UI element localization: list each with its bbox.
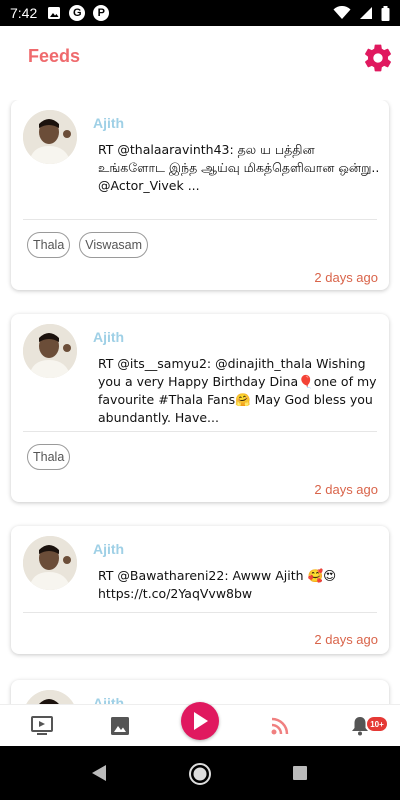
feed-text: RT @thalaaravinth43: தல ய பத்தின உங்களோட… xyxy=(98,142,380,193)
signal-icon xyxy=(360,7,372,19)
feed-text: RT @Bawathareni22: Awww Ajith 🥰😍 https:/… xyxy=(98,568,337,601)
battery-icon xyxy=(381,5,390,21)
page-title: Feeds xyxy=(28,46,81,66)
play-icon xyxy=(194,712,208,730)
tag-list: Thala Viswasam xyxy=(27,232,149,258)
divider xyxy=(23,219,377,220)
feed-card[interactable]: Ajith xyxy=(11,680,389,704)
system-nav-bar xyxy=(0,746,400,800)
app-bar: Feeds xyxy=(0,26,400,90)
timestamp: 2 days ago xyxy=(314,632,378,647)
bottom-nav: 10+ xyxy=(0,702,400,747)
wifi-icon xyxy=(333,6,351,19)
tag-chip[interactable]: Thala xyxy=(27,232,71,258)
nav-rss[interactable] xyxy=(260,705,300,747)
nav-gallery[interactable] xyxy=(100,705,140,747)
author-name[interactable]: Ajith xyxy=(93,695,124,704)
feed-card[interactable]: Ajith RT @its__samyu2: @dinajith_thala W… xyxy=(11,314,389,502)
status-time: 7:42 xyxy=(10,5,38,21)
nav-tv[interactable] xyxy=(22,705,62,747)
p-icon: P xyxy=(93,5,110,21)
image-icon xyxy=(48,7,61,19)
rss-icon xyxy=(271,717,289,735)
home-icon[interactable] xyxy=(188,762,212,786)
gear-icon[interactable] xyxy=(362,42,394,74)
divider xyxy=(23,612,377,613)
avatar[interactable] xyxy=(23,324,77,378)
tag-list: Thala xyxy=(27,444,71,470)
avatar[interactable] xyxy=(23,110,77,164)
feed-text: RT @its__samyu2: @dinajith_thala Wishing… xyxy=(98,356,377,425)
recents-icon[interactable] xyxy=(292,765,308,781)
play-button[interactable] xyxy=(181,702,219,740)
divider xyxy=(23,431,377,432)
image-icon xyxy=(111,717,129,735)
timestamp: 2 days ago xyxy=(314,270,378,285)
back-icon[interactable] xyxy=(90,764,108,782)
tv-icon xyxy=(31,716,53,735)
feed-card[interactable]: Ajith RT @Bawathareni22: Awww Ajith 🥰😍 h… xyxy=(11,526,389,654)
author-name[interactable]: Ajith xyxy=(93,329,124,345)
timestamp: 2 days ago xyxy=(314,482,378,497)
tag-chip[interactable]: Thala xyxy=(27,444,71,470)
author-name[interactable]: Ajith xyxy=(93,541,124,557)
notification-badge: 10+ xyxy=(367,717,387,731)
google-icon: G xyxy=(69,5,86,21)
feed-card[interactable]: Ajith RT @thalaaravinth43: தல ய பத்தின உ… xyxy=(11,100,389,290)
tag-chip[interactable]: Viswasam xyxy=(79,232,149,258)
author-name[interactable]: Ajith xyxy=(93,115,124,131)
status-bar: 7:42 G P xyxy=(0,0,400,26)
avatar[interactable] xyxy=(23,536,77,590)
feed-list[interactable]: Ajith RT @thalaaravinth43: தல ய பத்தின உ… xyxy=(0,100,400,704)
avatar[interactable] xyxy=(23,690,77,704)
